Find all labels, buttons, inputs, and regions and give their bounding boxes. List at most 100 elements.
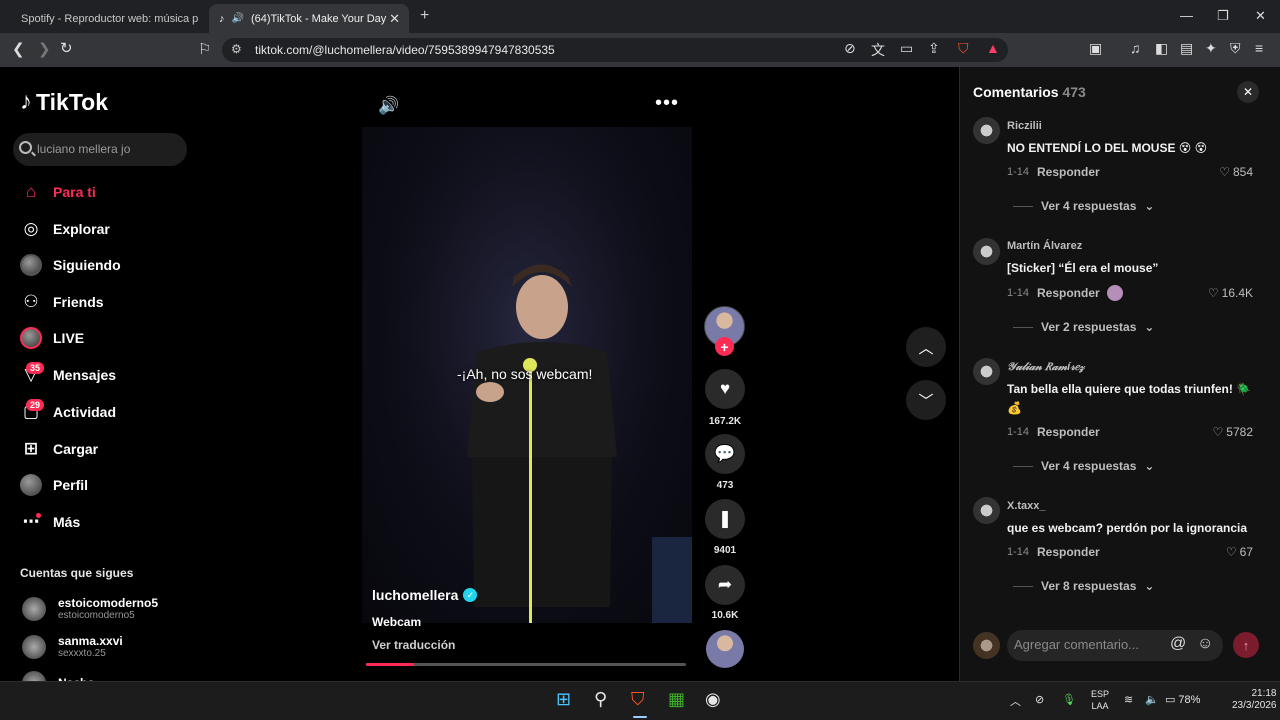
view-replies-button[interactable]: Ver 8 respuestas ⌄ [1013,579,1154,593]
taskbar-search-icon[interactable]: ⚲ [594,689,607,710]
video-progress-bar[interactable] [366,663,686,666]
battery-indicator[interactable]: ▭ 78% [1165,693,1200,707]
tiktok-note-icon: ♪ [20,88,32,115]
language-indicator[interactable]: ESP LAA [1091,688,1109,712]
comment-like-button[interactable]: ♡ 5782 [1213,425,1253,439]
avatar[interactable] [973,497,1000,524]
mention-icon[interactable]: @ [1170,635,1186,653]
volume-icon[interactable]: 🔊 [378,96,399,116]
cast-icon[interactable]: ▭ [900,40,913,57]
save-button[interactable]: ❚ [705,499,745,539]
reply-button[interactable]: Responder [1037,425,1100,439]
save-count: 9401 [713,545,737,556]
forward-icon[interactable]: ❯ [38,40,51,58]
minimize-icon[interactable]: — [1180,8,1193,23]
following-item[interactable]: estoicomoderno5 estoicomoderno5 [22,596,158,621]
follow-plus-icon[interactable]: + [715,337,734,356]
back-icon[interactable]: ❮ [12,40,25,58]
maximize-icon[interactable]: ❐ [1217,8,1229,24]
new-tab-icon[interactable]: + [420,7,429,25]
audio-playing-icon: 🔊 [231,13,244,24]
sidebar-item-mas[interactable]: ⋯ Más [20,511,81,533]
translate-icon[interactable]: 文 [871,40,885,60]
no-tracking-icon[interactable]: ⊘ [844,40,856,57]
share-icon[interactable]: ⇪ [928,40,940,57]
next-video-button[interactable]: ﹀ [906,380,946,420]
sound-disc-avatar[interactable] [706,630,744,668]
app-icon[interactable]: ◉ [705,689,721,710]
view-replies-button[interactable]: Ver 4 respuestas ⌄ [1013,459,1154,473]
comment-username[interactable]: Martín Álvarez [1007,240,1082,252]
comment-button[interactable]: 💬 [705,434,745,474]
comment-username[interactable]: 𝒴𝓊𝓁𝒾𝒶𝓃 𝑅𝒶𝓂í𝓇𝑒𝓏 [1007,361,1084,374]
comment-date: 1-14 [1007,287,1030,299]
search-icon[interactable] [19,141,32,154]
previous-video-button[interactable]: ︿ [906,327,946,367]
reply-button[interactable]: Responder [1037,545,1100,559]
share-button[interactable]: ➦ [705,565,745,605]
active-app-indicator [633,716,647,718]
brave-browser-icon[interactable]: ⛉ [631,689,645,710]
comment-username[interactable]: Riczilii [1007,120,1042,132]
see-translation-link[interactable]: Ver traducción [372,638,455,652]
avatar[interactable] [973,238,1000,265]
reply-button[interactable]: Responder [1037,286,1100,300]
brave-rewards-icon[interactable]: ▲ [986,40,1000,56]
video-author[interactable]: luchomellera ✓ [372,587,478,603]
sidebar-item-para-ti[interactable]: ⌂ Para ti [20,181,96,203]
reply-button[interactable]: Responder [1037,165,1100,179]
tab-tiktok[interactable]: ♪ 🔊 (64)TikTok - Make Your Day ✕ [209,4,409,33]
tab-spotify[interactable]: Spotify - Reproductor web: música p [4,4,204,33]
sidebar-item-explorar[interactable]: ◎ Explorar [20,218,110,240]
window-close-icon[interactable]: ✕ [1255,8,1266,24]
reload-icon[interactable]: ↻ [60,39,73,57]
sidebar-item-perfil[interactable]: Perfil [20,474,88,496]
url-text[interactable]: tiktok.com/@luchomellera/video/759538994… [255,43,555,57]
close-tab-icon[interactable]: ✕ [389,11,400,27]
wallet-icon[interactable]: ▤ [1180,40,1193,57]
windows-start-icon[interactable]: ⊞ [556,689,571,710]
close-comments-icon[interactable]: ✕ [1237,81,1259,103]
minecraft-icon[interactable]: ▦ [668,689,685,710]
avatar[interactable] [973,117,1000,144]
emoji-icon[interactable]: ☺ [1197,635,1213,653]
volume-tray-icon[interactable]: 🔈 [1145,693,1159,706]
view-replies-button[interactable]: Ver 2 respuestas ⌄ [1013,320,1154,334]
send-comment-button[interactable]: ↑ [1233,632,1259,658]
view-replies-button[interactable]: Ver 4 respuestas ⌄ [1013,199,1154,213]
vpn-icon[interactable]: ⛨ [1230,40,1241,57]
like-button[interactable]: ♥ [705,369,745,409]
show-hidden-icons-icon[interactable]: ︿ [1010,693,1021,709]
reader-icon[interactable]: ▣ [1089,40,1102,57]
microphone-icon[interactable]: 🎙 [1062,693,1076,706]
tiktok-logo[interactable]: ♪ TikTok [20,88,108,116]
sidebar-item-siguiendo[interactable]: Siguiendo [20,254,121,276]
sidebar-icon[interactable]: ◧ [1155,40,1168,57]
comment-like-button[interactable]: ♡ 16.4K [1208,286,1253,300]
creator-liked-avatar [1107,285,1123,301]
wifi-icon[interactable]: ≋ [1124,693,1133,706]
more-options-icon[interactable]: ••• [655,92,679,115]
sidebar-item-cargar[interactable]: ⊞ Cargar [20,438,98,460]
comment-username[interactable]: X.taxx_ [1007,500,1046,512]
clock[interactable]: 21:18 23/3/2026 [1232,688,1277,712]
comment-date: 1-14 [1007,546,1030,558]
bookmark-icon[interactable]: ⚐ [198,40,211,58]
chevron-down-icon: ﹀ [918,392,934,410]
video-description: Webcam [372,615,422,629]
search-value[interactable]: luciano mellera jo [37,142,130,156]
media-icon[interactable]: ♫ [1130,40,1141,56]
brave-shield-icon[interactable]: ⛉ [958,40,969,57]
following-item[interactable]: sanma.xxvi sexxxto.25 [22,634,123,659]
comment-like-button[interactable]: ♡ 854 [1219,165,1253,179]
site-settings-icon[interactable]: ⚙ [231,42,242,56]
sidebar-item-live[interactable]: LIVE [20,327,84,349]
no-location-icon[interactable]: ⊘ [1035,693,1044,706]
avatar[interactable] [973,358,1000,385]
activity-badge: 29 [26,399,45,411]
comment-input-placeholder[interactable]: Agregar comentario... [1014,637,1139,652]
comment-like-button[interactable]: ♡ 67 [1226,545,1253,559]
sidebar-item-friends[interactable]: ⚇ Friends [20,291,103,313]
menu-icon[interactable]: ≡ [1255,40,1263,56]
leo-ai-icon[interactable]: ✦ [1205,40,1217,57]
